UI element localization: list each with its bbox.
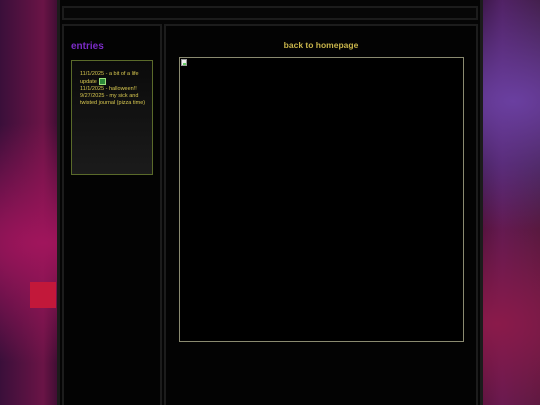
header-bar	[62, 6, 478, 20]
entry-link-journal[interactable]: 9/27/2025 - my sick and twisted journal …	[80, 93, 146, 107]
back-to-homepage-link[interactable]: back to homepage	[164, 40, 478, 50]
entry-link-text: 11/1/2025 - a bit of a life update	[80, 71, 139, 85]
entry-link-text: 11/1/2025 - halloween!!	[80, 85, 137, 92]
background-decoration	[30, 282, 56, 308]
entry-link-text: 9/27/2025 - my sick and twisted journal …	[80, 92, 146, 106]
new-badge-icon	[99, 78, 107, 85]
entries-list: 11/1/2025 - a bit of a life update 11/1/…	[71, 60, 153, 175]
entry-link-halloween[interactable]: 11/1/2025 - halloween!!	[80, 86, 146, 93]
main-image	[179, 57, 464, 342]
sidebar-title: entries	[71, 41, 104, 52]
entry-link-life-update[interactable]: 11/1/2025 - a bit of a life update	[80, 71, 146, 86]
broken-image-icon	[181, 59, 187, 66]
